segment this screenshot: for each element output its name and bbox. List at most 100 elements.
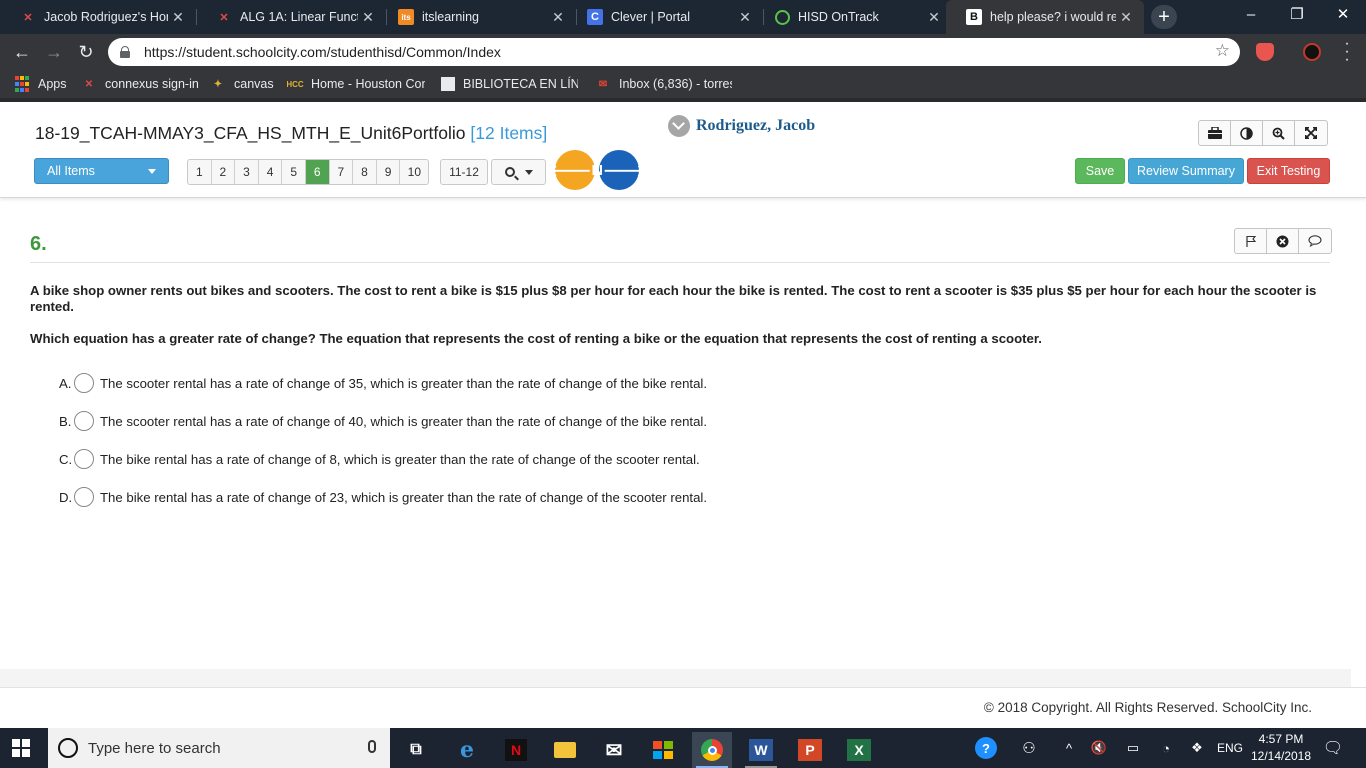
close-icon[interactable]: ✕ [735, 9, 755, 26]
file-explorer-icon[interactable] [545, 732, 585, 768]
tab-help-please[interactable]: B help please? i would re ✕ [946, 0, 1144, 34]
taskbar-search-box[interactable]: Type here to search [48, 728, 390, 768]
flag-icon[interactable] [1235, 229, 1267, 253]
choice-letter: B. [59, 413, 72, 429]
arrow-left-icon: 🡐 [548, 162, 592, 180]
battery-icon[interactable]: ▭ [1122, 728, 1144, 768]
show-hidden-icons-icon[interactable]: ^ [1058, 728, 1080, 768]
forward-icon[interactable]: → [41, 39, 67, 65]
restore-icon[interactable]: ❐ [1274, 0, 1320, 30]
radio-button[interactable] [74, 411, 94, 431]
close-icon[interactable]: ✕ [1116, 9, 1136, 26]
toolbox-icon[interactable] [1199, 121, 1231, 145]
save-button[interactable]: Save [1075, 158, 1125, 184]
windows-start-icon[interactable] [12, 739, 30, 757]
shield-extension-icon[interactable] [1256, 43, 1274, 61]
netflix-icon[interactable]: N [496, 732, 536, 768]
next-question-button[interactable]: N 🡒 [592, 150, 646, 190]
bookmark-label: Inbox (6,836) - torres [619, 77, 732, 91]
test-title: 18-19_TCAH-MMAY3_CFA_HS_MTH_E_Unit6Portf… [35, 123, 547, 144]
dropbox-icon[interactable]: ❖ [1186, 728, 1208, 768]
page-6-button[interactable]: 6 [305, 160, 330, 184]
chevron-down-icon[interactable] [668, 115, 690, 137]
bookmark-apps[interactable]: Apps [14, 70, 67, 98]
radio-button[interactable] [74, 373, 94, 393]
answer-choice-c[interactable]: C. The bike rental has a rate of change … [59, 448, 700, 470]
page-8-button[interactable]: 8 [353, 160, 377, 184]
chrome-icon[interactable] [692, 732, 732, 768]
page-1-button[interactable]: 1 [188, 160, 212, 184]
radio-button[interactable] [74, 487, 94, 507]
exit-testing-button[interactable]: Exit Testing [1247, 158, 1330, 184]
search-items-dropdown[interactable] [491, 159, 546, 185]
bookmark-houston[interactable]: HCC Home - Houston Con [287, 70, 425, 98]
tab-title: Jacob Rodriguez's Hom [44, 10, 168, 24]
help-icon[interactable]: ? [973, 728, 999, 768]
choice-text: The bike rental has a rate of change of … [100, 489, 707, 505]
word-icon[interactable]: W [741, 732, 781, 768]
close-icon[interactable]: ✕ [548, 9, 568, 26]
minimize-icon[interactable]: – [1228, 0, 1274, 30]
url-text: https://student.schoolcity.com/studenthi… [144, 44, 501, 60]
comment-icon[interactable] [1299, 229, 1331, 253]
question-tools [1234, 228, 1332, 254]
new-tab-button[interactable]: + [1151, 5, 1177, 29]
store-icon[interactable] [643, 732, 683, 768]
eliminate-icon[interactable] [1267, 229, 1299, 253]
more-menu-icon[interactable]: · · · [1342, 36, 1352, 68]
item-filter-dropdown[interactable]: All Items [34, 158, 169, 184]
close-icon[interactable]: ✕ [358, 9, 378, 26]
radio-button[interactable] [74, 449, 94, 469]
answer-choice-a[interactable]: A. The scooter rental has a rate of chan… [59, 372, 707, 394]
previous-question-button[interactable]: 🡐 P [549, 150, 601, 190]
address-bar[interactable]: https://student.schoolcity.com/studenthi… [108, 38, 1240, 66]
powerpoint-icon[interactable]: P [790, 732, 830, 768]
bookmark-canvas[interactable]: ✦ canvas [210, 70, 274, 98]
tab-title: HISD OnTrack [798, 10, 879, 24]
tab-alg-linear[interactable]: ✕ ALG 1A: Linear Function ✕ [196, 0, 386, 34]
tab-jacob-home[interactable]: ✕ Jacob Rodriguez's Hom ✕ [0, 0, 196, 34]
volume-muted-icon[interactable]: 🔇 [1088, 728, 1110, 768]
task-view-icon[interactable]: ⧉ [396, 732, 436, 768]
mail-icon[interactable]: ✉ [594, 732, 634, 768]
tab-hisd-ontrack[interactable]: HISD OnTrack ✕ [755, 0, 952, 34]
page-7-button[interactable]: 7 [329, 160, 354, 184]
window-close-icon[interactable]: ✕ [1320, 0, 1366, 30]
review-summary-button[interactable]: Review Summary [1128, 158, 1244, 184]
reload-icon[interactable]: ↻ [73, 39, 99, 65]
tab-itslearning[interactable]: its itslearning ✕ [378, 0, 576, 34]
bookmark-biblioteca[interactable]: BIBLIOTECA EN LÍNEA [441, 70, 578, 98]
page-3-button[interactable]: 3 [235, 160, 259, 184]
excel-icon[interactable]: X [839, 732, 879, 768]
bookmark-gmail[interactable]: ✉ Inbox (6,836) - torres [595, 70, 732, 98]
page-2-button[interactable]: 2 [211, 160, 236, 184]
fullscreen-icon[interactable] [1295, 121, 1327, 145]
back-icon[interactable]: ← [9, 39, 35, 65]
system-clock[interactable]: 4:57 PM 12/14/2018 [1246, 731, 1316, 765]
bookmark-connexus[interactable]: ✕ connexus sign-in [81, 70, 199, 98]
wifi-icon[interactable]: ◔ [1155, 728, 1177, 768]
close-icon[interactable]: ✕ [924, 9, 944, 26]
profile-avatar-icon[interactable] [1303, 43, 1321, 61]
page-range-button[interactable]: 11-12 [440, 159, 488, 185]
answer-choice-d[interactable]: D. The bike rental has a rate of change … [59, 486, 707, 508]
clock-time: 4:57 PM [1258, 732, 1304, 746]
notifications-icon[interactable]: 🗨 [1322, 728, 1344, 768]
edge-icon[interactable]: e [447, 732, 487, 768]
answer-choice-b[interactable]: B. The scooter rental has a rate of chan… [59, 410, 707, 432]
contrast-icon[interactable] [1231, 121, 1263, 145]
page-4-button[interactable]: 4 [258, 160, 283, 184]
student-menu[interactable]: Rodriguez, Jacob [668, 115, 815, 137]
bookmark-star-icon[interactable]: ☆ [1215, 41, 1230, 61]
input-language[interactable]: ENG [1213, 728, 1247, 768]
test-tools [1198, 120, 1328, 146]
people-icon[interactable]: ⚇ [1016, 728, 1042, 768]
student-name: Rodriguez, Jacob [696, 117, 816, 134]
zoom-icon[interactable] [1263, 121, 1295, 145]
tab-clever-portal[interactable]: C Clever | Portal ✕ [567, 0, 763, 34]
close-icon[interactable]: ✕ [168, 9, 188, 26]
page-10-button[interactable]: 10 [400, 160, 429, 184]
page-9-button[interactable]: 9 [376, 160, 401, 184]
page-5-button[interactable]: 5 [282, 160, 306, 184]
microphone-icon[interactable] [368, 740, 376, 753]
